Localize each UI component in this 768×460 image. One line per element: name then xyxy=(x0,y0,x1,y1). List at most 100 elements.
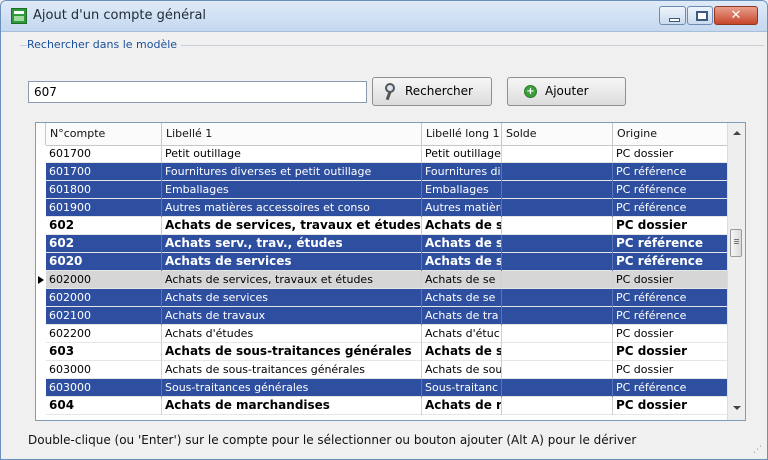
cell-balance[interactable] xyxy=(502,217,613,235)
minimize-button[interactable] xyxy=(659,6,686,25)
cell-long-label[interactable]: Emballages xyxy=(422,181,502,199)
cell-label[interactable]: Achats de services, travaux et études xyxy=(162,271,422,289)
row-indicator[interactable] xyxy=(36,307,46,325)
cell-origin[interactable]: PC référence xyxy=(613,163,729,181)
cell-label[interactable]: Autres matières accessoires et conso xyxy=(162,199,422,217)
table-row[interactable]: 602000 Achats de services Achats de se PC r… xyxy=(36,289,729,307)
scroll-up-icon[interactable] xyxy=(733,131,741,135)
row-indicator[interactable] xyxy=(36,379,46,397)
cell-balance[interactable] xyxy=(502,271,613,289)
cell-account-number[interactable]: 601900 xyxy=(46,199,162,217)
cell-long-label[interactable]: Achats de s xyxy=(422,217,502,235)
cell-balance[interactable] xyxy=(502,235,613,253)
scrollbar-thumb[interactable] xyxy=(730,229,742,257)
cell-origin[interactable]: PC dossier xyxy=(613,271,729,289)
table-row[interactable]: 601700 Fournitures diverses et petit outi… xyxy=(36,163,729,181)
row-indicator[interactable] xyxy=(36,163,46,181)
cell-account-number[interactable]: 601800 xyxy=(46,181,162,199)
table-row[interactable]: 603000 Achats de sous-traitances générale… xyxy=(36,361,729,379)
cell-balance[interactable] xyxy=(502,145,613,163)
row-indicator[interactable] xyxy=(36,145,46,163)
table-row[interactable]: 603 Achats de sous-traitances générales Ac… xyxy=(36,343,729,361)
vertical-scrollbar[interactable] xyxy=(727,123,745,420)
cell-long-label[interactable]: Achats de s xyxy=(422,235,502,253)
cell-long-label[interactable]: Petit outillage xyxy=(422,145,502,163)
table-row[interactable]: 601800 Emballages Emballages PC référence xyxy=(36,181,729,199)
cell-balance[interactable] xyxy=(502,379,613,397)
cell-long-label[interactable]: Autres matière xyxy=(422,199,502,217)
cell-account-number[interactable]: 603000 xyxy=(46,361,162,379)
header-long-label[interactable]: Libellé long 1 xyxy=(422,123,502,145)
cell-account-number[interactable]: 602 xyxy=(46,235,162,253)
cell-origin[interactable]: PC dossier xyxy=(613,145,729,163)
cell-balance[interactable] xyxy=(502,343,613,361)
table-row[interactable]: 602000 Achats de services, travaux et étu… xyxy=(36,271,729,289)
cell-label[interactable]: Fournitures diverses et petit outillage xyxy=(162,163,422,181)
cell-label[interactable]: Petit outillage xyxy=(162,145,422,163)
cell-balance[interactable] xyxy=(502,325,613,343)
search-input[interactable] xyxy=(28,81,367,103)
header-label[interactable]: Libellé 1 xyxy=(162,123,422,145)
cell-label[interactable]: Achats serv., trav., études xyxy=(162,235,422,253)
cell-label[interactable]: Achats de marchandises xyxy=(162,397,422,415)
header-origin[interactable]: Origine xyxy=(613,123,729,145)
close-button[interactable]: ✕ xyxy=(714,6,758,25)
scroll-down-icon[interactable] xyxy=(733,406,741,410)
cell-balance[interactable] xyxy=(502,289,613,307)
row-indicator[interactable] xyxy=(36,235,46,253)
table-row[interactable]: 604 Achats de marchandises Achats de r PC d… xyxy=(36,397,729,415)
table-row[interactable]: 601700 Petit outillage Petit outillage PC d… xyxy=(36,145,729,163)
table-row[interactable]: 603000 Sous-traitances générales Sous-trai… xyxy=(36,379,729,397)
cell-label[interactable]: Achats de services xyxy=(162,289,422,307)
cell-origin[interactable]: PC référence xyxy=(613,181,729,199)
maximize-button[interactable] xyxy=(687,6,713,25)
cell-account-number[interactable]: 602000 xyxy=(46,289,162,307)
table-row[interactable]: 6020 Achats de services Achats de s PC réfé… xyxy=(36,253,729,271)
title-bar[interactable]: Ajout d'un compte général ✕ xyxy=(1,1,767,32)
cell-balance[interactable] xyxy=(502,307,613,325)
cell-origin[interactable]: PC référence xyxy=(613,307,729,325)
cell-account-number[interactable]: 602100 xyxy=(46,307,162,325)
accounts-grid[interactable]: N°compte Libellé 1 Libellé long 1 Solde … xyxy=(35,122,746,421)
cell-origin[interactable]: PC référence xyxy=(613,235,729,253)
cell-account-number[interactable]: 604 xyxy=(46,397,162,415)
cell-origin[interactable]: PC dossier xyxy=(613,217,729,235)
cell-account-number[interactable]: 6020 xyxy=(46,253,162,271)
row-indicator[interactable] xyxy=(36,361,46,379)
cell-balance[interactable] xyxy=(502,181,613,199)
resize-grip-icon[interactable]: ⋰ xyxy=(753,445,763,455)
cell-label[interactable]: Emballages xyxy=(162,181,422,199)
cell-origin[interactable]: PC référence xyxy=(613,379,729,397)
cell-long-label[interactable]: Achats de se xyxy=(422,289,502,307)
row-indicator[interactable] xyxy=(36,217,46,235)
header-balance[interactable]: Solde xyxy=(502,123,613,145)
cell-long-label[interactable]: Sous-traitanc xyxy=(422,379,502,397)
cell-label[interactable]: Achats d'études xyxy=(162,325,422,343)
cell-balance[interactable] xyxy=(502,397,613,415)
search-button[interactable]: Rechercher xyxy=(372,77,492,106)
row-indicator[interactable] xyxy=(36,325,46,343)
row-indicator[interactable] xyxy=(36,343,46,361)
cell-origin[interactable]: PC référence xyxy=(613,199,729,217)
cell-origin[interactable]: PC dossier xyxy=(613,397,729,415)
cell-label[interactable]: Achats de services, travaux et études xyxy=(162,217,422,235)
cell-origin[interactable]: PC référence xyxy=(613,289,729,307)
cell-balance[interactable] xyxy=(502,253,613,271)
cell-origin[interactable]: PC dossier xyxy=(613,343,729,361)
row-indicator[interactable] xyxy=(36,397,46,415)
add-button[interactable]: + Ajouter xyxy=(507,77,626,106)
cell-long-label[interactable]: Achats de sou xyxy=(422,361,502,379)
cell-label[interactable]: Achats de sous-traitances générales xyxy=(162,343,422,361)
row-indicator[interactable] xyxy=(36,199,46,217)
row-indicator[interactable] xyxy=(36,271,46,289)
cell-label[interactable]: Sous-traitances générales xyxy=(162,379,422,397)
cell-account-number[interactable]: 602 xyxy=(46,217,162,235)
cell-long-label[interactable]: Achats de s xyxy=(422,253,502,271)
cell-account-number[interactable]: 602000 xyxy=(46,271,162,289)
cell-label[interactable]: Achats de sous-traitances générales xyxy=(162,361,422,379)
table-row[interactable]: 601900 Autres matières accessoires et con… xyxy=(36,199,729,217)
cell-origin[interactable]: PC référence xyxy=(613,253,729,271)
cell-balance[interactable] xyxy=(502,199,613,217)
header-account-number[interactable]: N°compte xyxy=(46,123,162,145)
cell-long-label[interactable]: Achats de s xyxy=(422,343,502,361)
